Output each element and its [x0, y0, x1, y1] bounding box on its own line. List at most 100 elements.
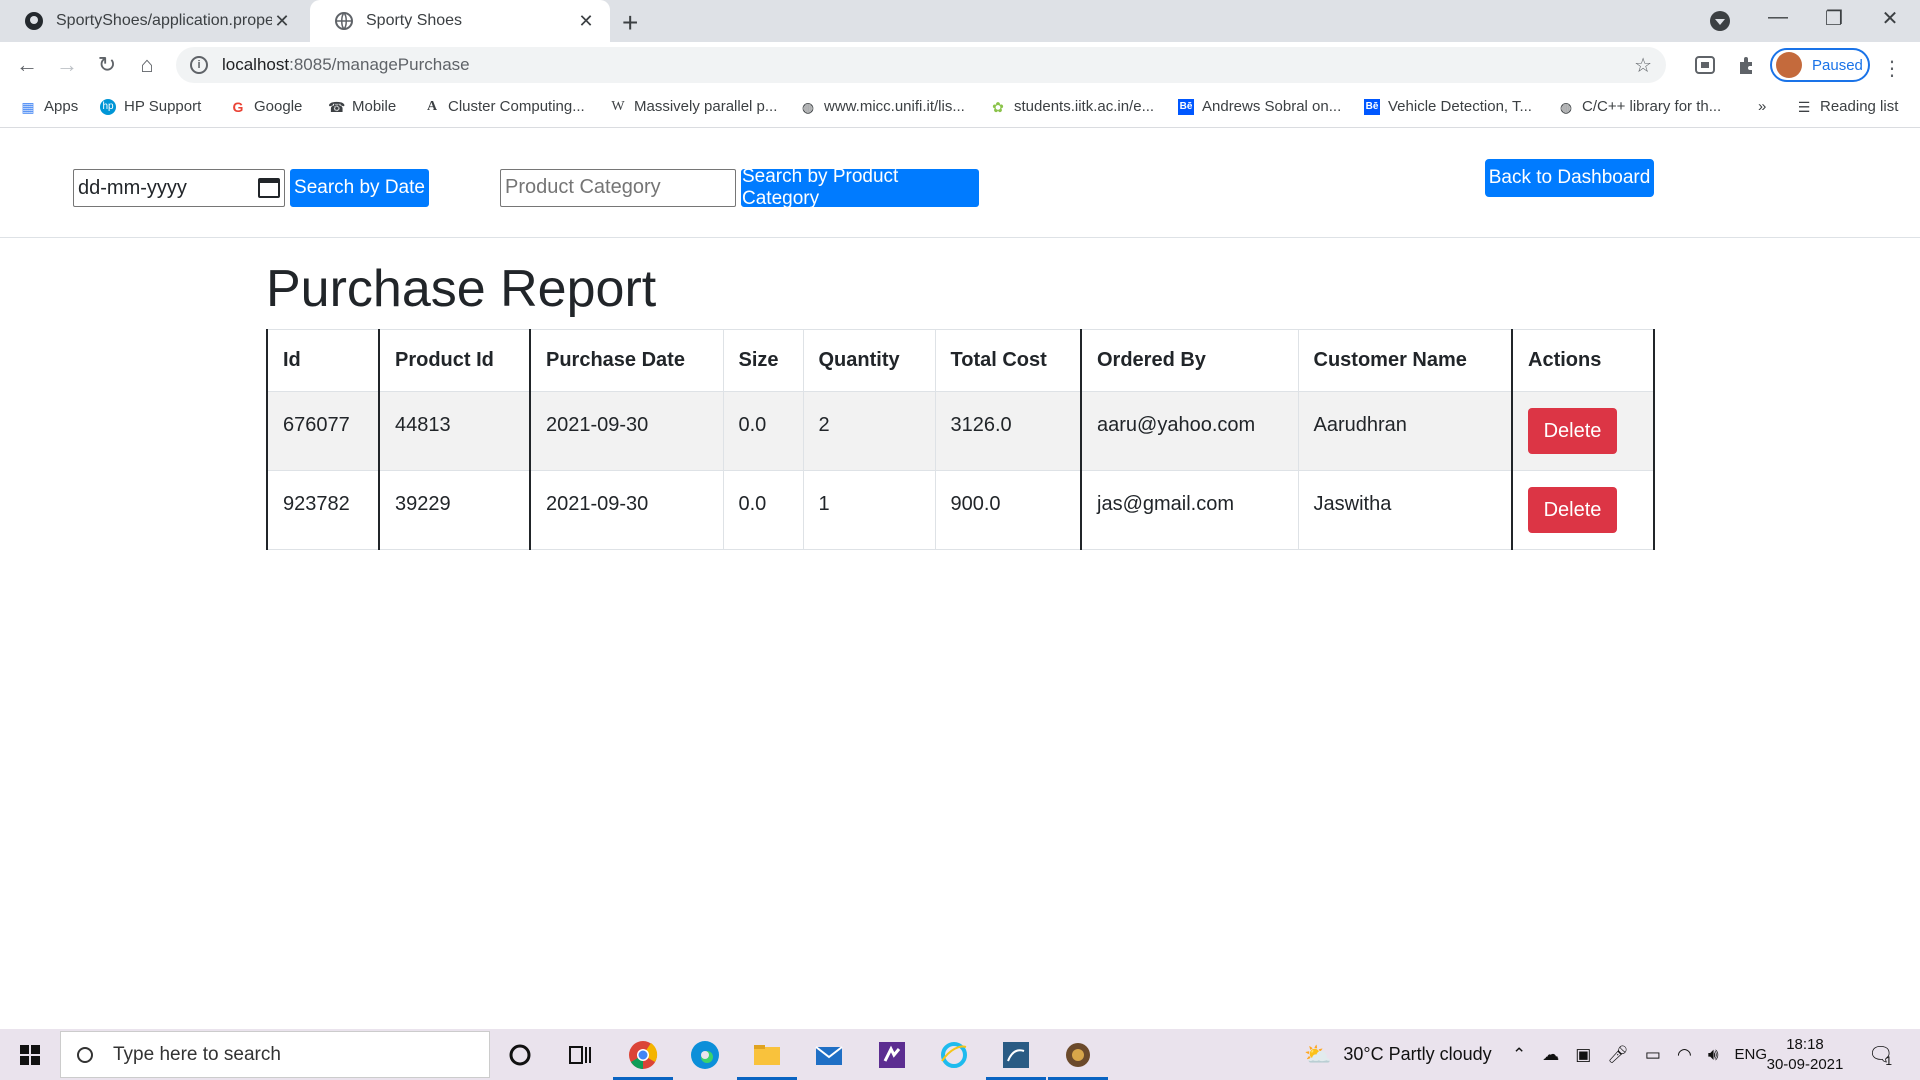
app-icon[interactable]: [1062, 1039, 1094, 1071]
cell-id: 676077: [266, 391, 380, 471]
calendar-icon[interactable]: [258, 178, 280, 198]
tab-title: Sporty Shoes: [366, 12, 463, 29]
clock-time: 18:18: [1786, 1036, 1824, 1053]
address-bar[interactable]: i localhost:8085/managePurchase ☆: [176, 47, 1666, 83]
cell-id: 923782: [266, 470, 380, 550]
chrome-icon[interactable]: [627, 1039, 659, 1071]
cell-total-cost: 3126.0: [934, 391, 1082, 471]
tab-title: SportyShoes/application.properti: [56, 12, 272, 29]
clock-date: 30-09-2021: [1766, 1056, 1844, 1073]
column-header: Purchase Date: [529, 329, 724, 392]
product-category-input[interactable]: Product Category: [500, 169, 736, 207]
volume-icon[interactable]: 🔊︎: [1708, 1045, 1719, 1065]
back-to-dashboard-button[interactable]: Back to Dashboard: [1485, 159, 1654, 197]
visual-studio-icon[interactable]: [876, 1039, 908, 1071]
delete-button[interactable]: Delete: [1528, 487, 1617, 533]
site-info-icon[interactable]: i: [190, 56, 208, 74]
bookmark-cluster-computing[interactable]: A Cluster Computing...: [424, 98, 585, 115]
reload-icon[interactable]: ↻: [92, 50, 122, 80]
back-icon[interactable]: ←: [12, 50, 42, 80]
hp-icon: hp: [100, 98, 116, 115]
column-header: Product Id: [378, 329, 531, 392]
minimize-icon[interactable]: —: [1758, 6, 1798, 29]
file-explorer-icon[interactable]: [751, 1039, 783, 1071]
close-tab-icon[interactable]: ✕: [576, 11, 596, 32]
chevron-up-icon[interactable]: ⌃: [1512, 1045, 1526, 1065]
bookmark-massively-parallel[interactable]: W Massively parallel p...: [610, 98, 777, 115]
column-header: Ordered By: [1080, 329, 1299, 392]
page-content: dd-mm-yyyy Search by Date Product Catego…: [0, 129, 1920, 1029]
apps-grid-icon: ▦: [21, 98, 35, 115]
behance-icon: Bē: [1178, 98, 1194, 115]
tab-search-icon[interactable]: [1710, 11, 1730, 31]
taskbar-search-input[interactable]: Type here to search: [60, 1031, 490, 1078]
internet-explorer-icon[interactable]: [938, 1039, 970, 1071]
edge-icon[interactable]: [689, 1039, 721, 1071]
bookmark-label: Cluster Computing...: [448, 98, 585, 115]
clock[interactable]: 18:18 30-09-2021: [1760, 1035, 1850, 1075]
bookmark-mobile[interactable]: ☎ Mobile: [328, 98, 396, 115]
column-header: Id: [266, 329, 380, 392]
wikipedia-icon: W: [611, 98, 625, 114]
close-tab-icon[interactable]: ✕: [272, 11, 292, 32]
bookmark-hp-support[interactable]: hp HP Support: [100, 98, 201, 115]
delete-button[interactable]: Delete: [1528, 408, 1617, 454]
globe-icon: [335, 12, 353, 30]
home-icon[interactable]: ⌂: [132, 50, 162, 80]
windows-taskbar: Type here to search ⛅ 30°C Partly cloudy…: [0, 1029, 1920, 1080]
bookmark-label: Vehicle Detection, T...: [1388, 98, 1532, 115]
battery-icon[interactable]: ▭: [1645, 1045, 1661, 1065]
reading-list[interactable]: ☰ Reading list: [1796, 98, 1899, 115]
column-header: Size: [722, 329, 804, 392]
partly-cloudy-icon: ⛅: [1304, 1041, 1332, 1067]
cell-product-id: 39229: [378, 470, 531, 550]
mysql-workbench-icon[interactable]: [1000, 1039, 1032, 1071]
search-by-category-button[interactable]: Search by Product Category: [741, 166, 979, 209]
task-view-icon[interactable]: [564, 1039, 596, 1071]
search-by-date-button[interactable]: Search by Date: [290, 169, 429, 207]
bookmark-andrews-sobral[interactable]: Bē Andrews Sobral on...: [1178, 98, 1341, 115]
restore-icon[interactable]: ❐: [1814, 6, 1854, 31]
url-host: localhost: [222, 55, 290, 74]
cortana-icon[interactable]: [504, 1039, 536, 1071]
reading-list-label: Reading list: [1820, 98, 1899, 115]
bookmark-google[interactable]: G Google: [230, 98, 303, 115]
extension-icon[interactable]: [1694, 54, 1716, 76]
column-header: Quantity: [802, 329, 936, 392]
behance-icon: Bē: [1364, 98, 1380, 115]
wifi-icon[interactable]: ◠: [1677, 1045, 1692, 1065]
bookmark-vehicle-detection[interactable]: Bē Vehicle Detection, T...: [1364, 98, 1532, 115]
meet-now-icon[interactable]: ▣: [1575, 1045, 1591, 1065]
mobile-icon: ☎: [328, 98, 346, 115]
cell-customer-name: Jaswitha: [1297, 470, 1513, 550]
puzzle-icon[interactable]: [1736, 54, 1758, 76]
menu-icon[interactable]: ⋮: [1882, 56, 1902, 81]
forward-icon[interactable]: →: [52, 50, 82, 80]
bookmark-star-icon[interactable]: ☆: [1634, 53, 1652, 78]
more-bookmarks-icon[interactable]: »: [1758, 98, 1766, 115]
bookmark-label: HP Support: [124, 98, 202, 115]
close-window-icon[interactable]: ✕: [1870, 6, 1910, 31]
microphone-icon[interactable]: 🎤︎: [1607, 1045, 1629, 1065]
tab-application-properties[interactable]: SportyShoes/application.properti ✕: [0, 0, 306, 42]
notification-center-icon[interactable]: 🗨︎ 1: [1868, 1029, 1893, 1080]
browser-toolbar: ← → ↻ ⌂ i localhost:8085/managePurchase …: [0, 42, 1920, 88]
bookmark-micc[interactable]: ◍ www.micc.unifi.it/lis...: [800, 98, 965, 115]
weather-widget[interactable]: ⛅ 30°C Partly cloudy: [1304, 1029, 1492, 1080]
table-row: 676077 44813 2021-09-30 0.0 2 3126.0 aar…: [266, 391, 1655, 471]
table-header-row: Id Product Id Purchase Date Size Quantit…: [266, 329, 1655, 392]
new-tab-icon[interactable]: +: [622, 7, 638, 39]
cell-total-cost: 900.0: [934, 470, 1082, 550]
mail-icon[interactable]: [813, 1039, 845, 1071]
cell-purchase-date: 2021-09-30: [529, 391, 724, 471]
bookmark-label: C/C++ library for th...: [1582, 98, 1722, 115]
bookmark-iitk[interactable]: ✿ students.iitk.ac.in/e...: [990, 98, 1154, 115]
tab-sporty-shoes[interactable]: Sporty Shoes ✕: [310, 0, 610, 42]
bookmark-apps[interactable]: ▦ Apps: [20, 98, 78, 115]
onedrive-icon[interactable]: ☁: [1542, 1045, 1559, 1065]
profile-button[interactable]: Paused: [1770, 48, 1870, 82]
date-input[interactable]: dd-mm-yyyy: [73, 169, 285, 207]
bookmarks-bar: ▦ Apps hp HP Support G Google ☎ Mobile A…: [0, 88, 1920, 128]
windows-start-icon[interactable]: [20, 1045, 40, 1065]
bookmark-cpp-library[interactable]: ◍ C/C++ library for th...: [1558, 98, 1721, 115]
